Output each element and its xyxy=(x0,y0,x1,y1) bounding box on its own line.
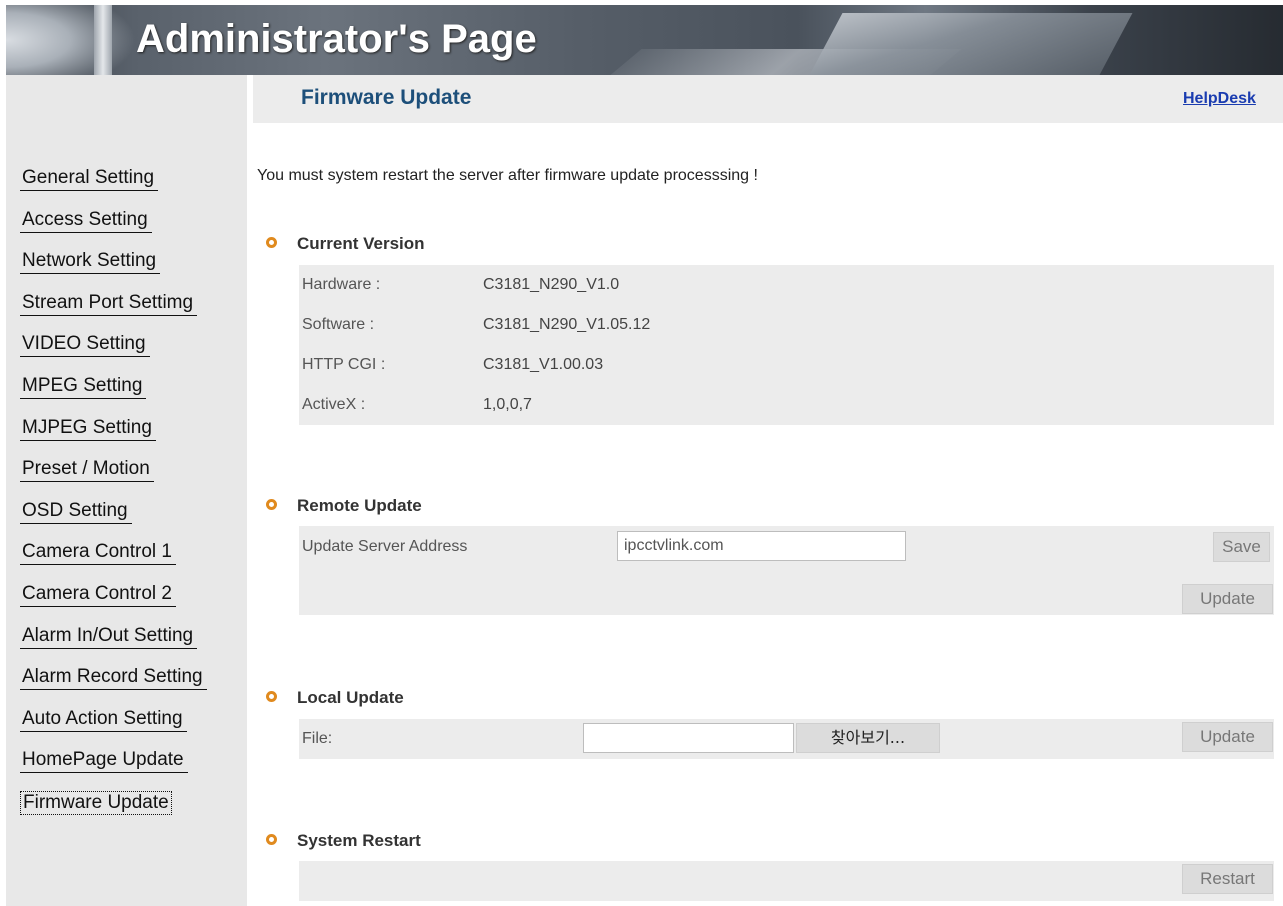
header-banner: Administrator's Page xyxy=(6,5,1283,75)
sidebar-item-mjpeg-setting[interactable]: MJPEG Setting xyxy=(20,417,156,441)
banner-decoration xyxy=(6,5,136,75)
section-title: Current Version xyxy=(297,234,425,253)
section-heading-local-update: Local Update xyxy=(266,688,404,708)
file-label: File: xyxy=(302,730,333,747)
sidebar-item-access-setting[interactable]: Access Setting xyxy=(20,209,152,233)
system-restart-panel: Restart xyxy=(299,861,1274,901)
sidebar-item-osd-setting[interactable]: OSD Setting xyxy=(20,500,132,524)
banner-laptop-screen xyxy=(809,13,1133,75)
sidebar-item-general-setting[interactable]: General Setting xyxy=(20,167,159,191)
activex-label: ActiveX : xyxy=(302,396,366,413)
sidebar-item-alarm-in-out-setting[interactable]: Alarm In/Out Setting xyxy=(20,625,198,649)
bullet-icon xyxy=(266,237,277,249)
save-button[interactable]: Save xyxy=(1213,532,1270,562)
sidebar: General Setting Access Setting Network S… xyxy=(6,75,247,906)
software-value: C3181_N290_V1.05.12 xyxy=(483,316,651,333)
section-heading-current-version: Current Version xyxy=(266,234,425,254)
software-label: Software : xyxy=(302,316,375,333)
section-heading-system-restart: System Restart xyxy=(266,831,421,851)
sidebar-item-video-setting[interactable]: VIDEO Setting xyxy=(20,333,150,358)
page-title: Firmware Update xyxy=(301,86,472,109)
browse-button[interactable]: 찾아보기... xyxy=(796,723,940,753)
restart-button[interactable]: Restart xyxy=(1182,864,1273,894)
local-update-panel: File: 찾아보기... Update xyxy=(299,719,1274,759)
sidebar-item-alarm-record-setting[interactable]: Alarm Record Setting xyxy=(20,666,207,691)
section-title: Local Update xyxy=(297,688,404,707)
sidebar-item-camera-control-1[interactable]: Camera Control 1 xyxy=(20,541,176,566)
local-update-button[interactable]: Update xyxy=(1182,722,1273,752)
hardware-label: Hardware : xyxy=(302,276,381,293)
sidebar-item-stream-port-setting[interactable]: Stream Port Settimg xyxy=(20,292,198,316)
file-path-input[interactable] xyxy=(583,723,794,753)
helpdesk-link[interactable]: HelpDesk xyxy=(1183,90,1256,108)
sidebar-item-auto-action-setting[interactable]: Auto Action Setting xyxy=(20,708,187,732)
sidebar-menu: General Setting Access Setting Network S… xyxy=(20,167,207,833)
activex-value: 1,0,0,7 xyxy=(483,396,532,413)
http-cgi-label: HTTP CGI : xyxy=(302,356,386,373)
bullet-icon xyxy=(266,691,277,703)
current-version-panel: Hardware : C3181_N290_V1.0 Software : C3… xyxy=(299,265,1274,425)
sidebar-item-preset-motion[interactable]: Preset / Motion xyxy=(20,458,154,483)
update-server-address-input[interactable] xyxy=(617,531,906,561)
remote-update-button[interactable]: Update xyxy=(1182,584,1273,614)
section-title: System Restart xyxy=(297,831,421,850)
restart-notice: You must system restart the server after… xyxy=(257,167,758,184)
sidebar-item-camera-control-2[interactable]: Camera Control 2 xyxy=(20,583,176,607)
bullet-icon xyxy=(266,834,277,846)
banner-decoration-bar xyxy=(94,5,112,75)
section-heading-remote-update: Remote Update xyxy=(266,496,422,516)
sidebar-item-firmware-update[interactable]: Firmware Update xyxy=(20,790,172,815)
sidebar-item-mpeg-setting[interactable]: MPEG Setting xyxy=(20,375,147,399)
section-title: Remote Update xyxy=(297,496,422,515)
sidebar-item-homepage-update[interactable]: HomePage Update xyxy=(20,749,188,774)
header-title: Administrator's Page xyxy=(136,17,537,61)
update-server-address-label: Update Server Address xyxy=(302,538,468,555)
remote-update-panel: Update Server Address Save Update xyxy=(299,526,1274,615)
http-cgi-value: C3181_V1.00.03 xyxy=(483,356,604,373)
hardware-value: C3181_N290_V1.0 xyxy=(483,276,620,293)
sidebar-item-network-setting[interactable]: Network Setting xyxy=(20,250,161,275)
bullet-icon xyxy=(266,499,277,511)
